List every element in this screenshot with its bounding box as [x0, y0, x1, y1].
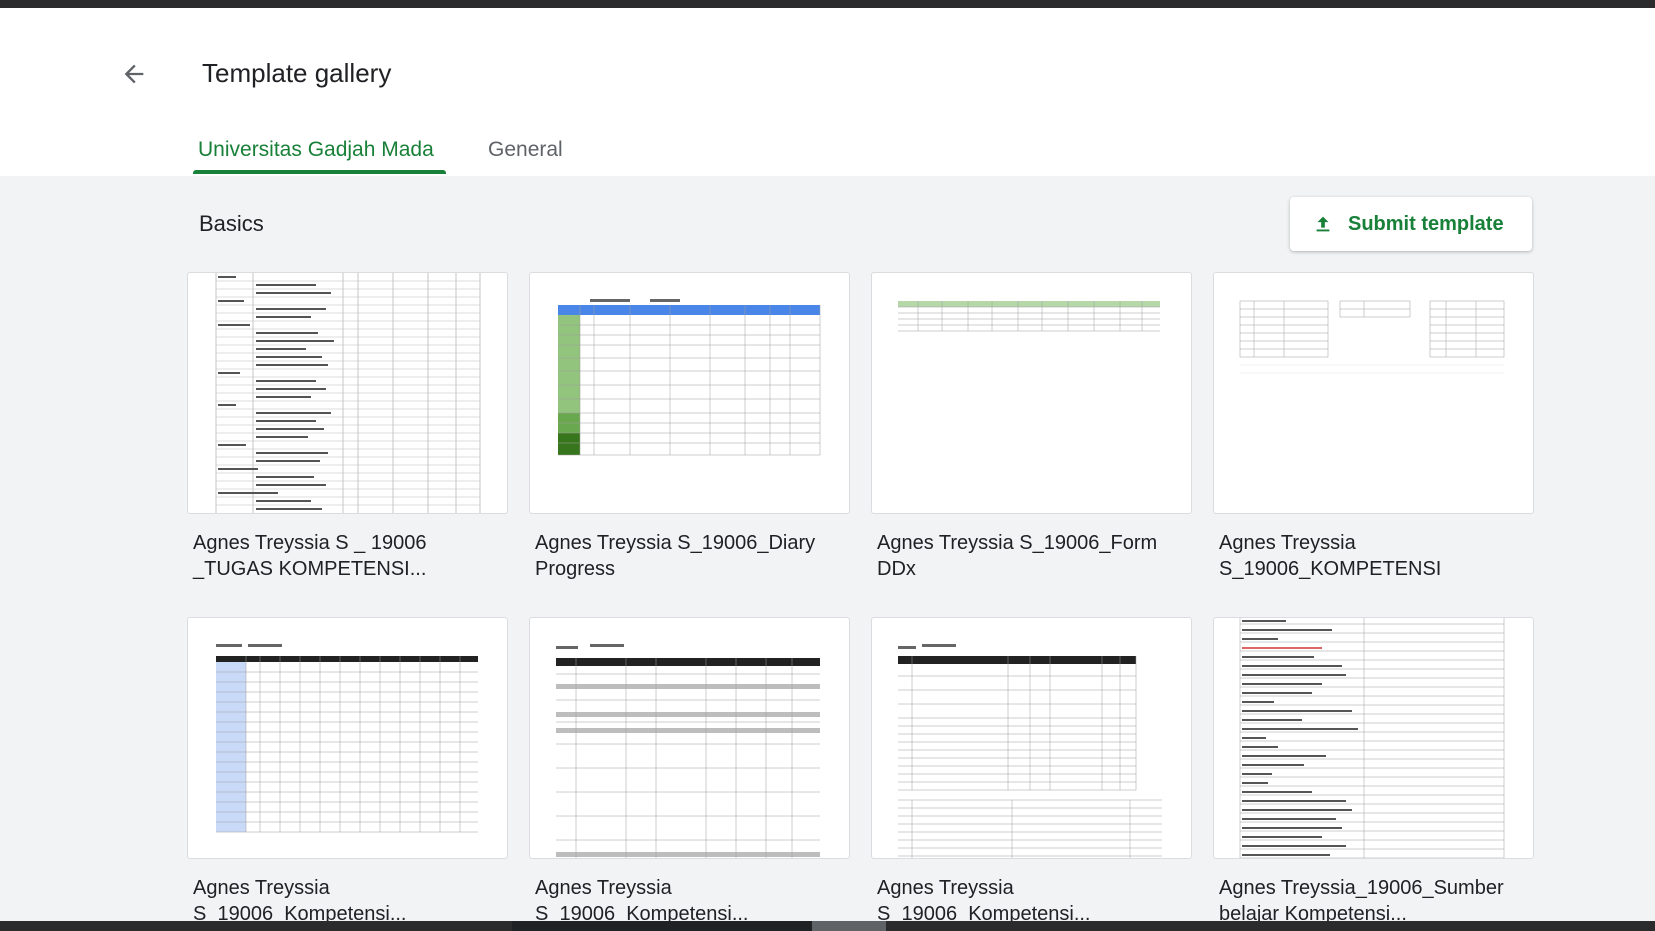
- template-card[interactable]: Agnes Treyssia S_19006_Diary Progress: [529, 272, 850, 582]
- template-card[interactable]: Agnes Treyssia S_19006_Kompetensi...: [529, 617, 850, 927]
- template-name: Agnes Treyssia S_19006_Form DDx: [877, 532, 1158, 580]
- submit-template-button[interactable]: Submit template: [1290, 197, 1532, 251]
- template-card[interactable]: Agnes Treyssia S_19006_Kompetensi...: [187, 617, 508, 927]
- submit-template-label: Submit template: [1348, 212, 1504, 235]
- template-thumbnail: [1213, 617, 1534, 859]
- browser-top-bar: [0, 0, 1655, 8]
- tab-universitas-gadjah-mada[interactable]: Universitas Gadjah Mada: [198, 138, 434, 162]
- template-thumbnail: [871, 617, 1192, 859]
- tab-general[interactable]: General: [488, 138, 563, 162]
- template-card[interactable]: Agnes Treyssia S_19006_KOMPETENSI: [1213, 272, 1534, 582]
- template-thumbnail: [1213, 272, 1534, 514]
- template-card[interactable]: Agnes Treyssia S_19006_Kompetensi...: [871, 617, 1192, 927]
- upload-icon: [1316, 216, 1330, 232]
- template-name: Agnes Treyssia S _ 19006 _TUGAS KOMPETEN…: [193, 532, 427, 580]
- template-name: Agnes Treyssia S_19006_Kompetensi...: [877, 877, 1091, 925]
- template-name: Agnes Treyssia S_19006_KOMPETENSI: [1219, 532, 1442, 580]
- template-name: Agnes Treyssia S_19006_Diary Progress: [535, 532, 816, 580]
- gallery-header: Template gallery Universitas Gadjah Mada…: [0, 8, 1655, 176]
- section-title: Basics: [199, 211, 264, 236]
- page-title: Template gallery: [202, 58, 392, 88]
- template-name: Agnes Treyssia_19006_Sumber belajar Komp…: [1219, 877, 1504, 925]
- back-button[interactable]: [114, 54, 154, 94]
- template-thumbnail: [871, 272, 1192, 514]
- arrow-back-icon: [124, 64, 144, 84]
- template-name: Agnes Treyssia S_19006_Kompetensi...: [193, 877, 407, 925]
- template-card[interactable]: Agnes Treyssia S_19006_Form DDx: [871, 272, 1192, 582]
- taskbar-segment: [886, 921, 1655, 931]
- template-thumbnail: [187, 617, 508, 859]
- active-tab-indicator: [193, 170, 446, 174]
- template-thumbnail: [187, 272, 508, 514]
- template-thumbnail: [529, 617, 850, 859]
- template-thumbnail: [529, 272, 850, 514]
- template-name: Agnes Treyssia S_19006_Kompetensi...: [535, 877, 749, 925]
- taskbar-segment: [812, 921, 886, 931]
- template-card[interactable]: Agnes Treyssia S _ 19006 _TUGAS KOMPETEN…: [187, 272, 508, 582]
- taskbar-segment: [512, 921, 812, 931]
- taskbar-segment: [0, 921, 512, 931]
- template-card[interactable]: Agnes Treyssia_19006_Sumber belajar Komp…: [1213, 617, 1534, 927]
